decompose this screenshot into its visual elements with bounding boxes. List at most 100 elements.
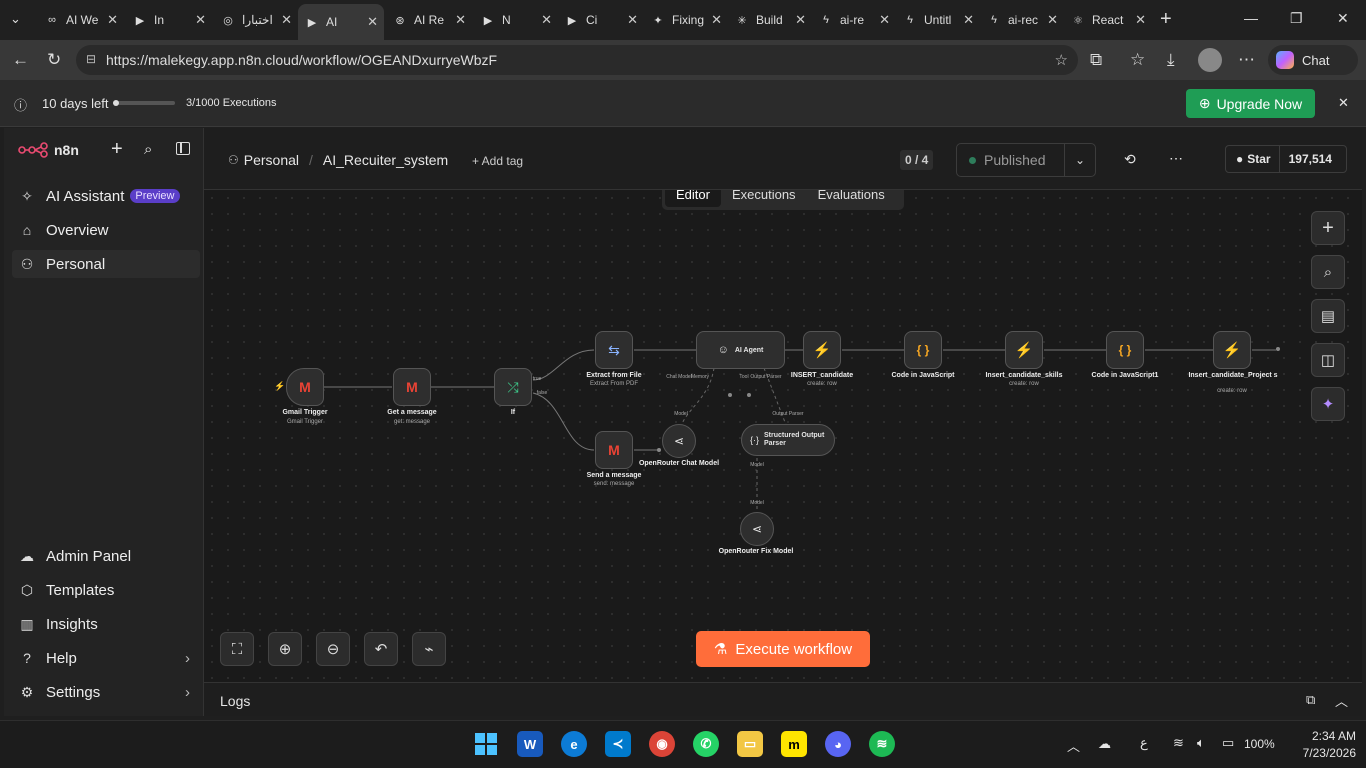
logs-panel[interactable]: Logs ⧉ ︿ (204, 682, 1362, 716)
node-extract-from-file[interactable]: ⇆ (595, 331, 633, 369)
execute-workflow-button[interactable]: ⚗ Execute workflow (696, 631, 870, 667)
published-dropdown[interactable]: Published ⌄ (956, 143, 1096, 177)
zoom-out-button[interactable]: ⊖ (316, 632, 350, 666)
fit-view-button[interactable]: ⛶ (220, 632, 254, 666)
clock-time[interactable]: 2:34 AM (1296, 729, 1356, 743)
node-if[interactable]: ⤮ (494, 368, 532, 406)
undo-button[interactable]: ↶ (364, 632, 398, 666)
close-tab-icon[interactable]: ✕ (879, 12, 890, 28)
sidebar-item-admin-panel[interactable]: ☁ Admin Panel (18, 542, 131, 570)
sidebar-item-settings[interactable]: ⚙ Settings › (18, 678, 190, 706)
wifi-icon[interactable]: ≋ (1173, 735, 1184, 751)
url-field[interactable]: ⊟ https://malekegy.app.n8n.cloud/workflo… (76, 45, 1078, 75)
browser-tab[interactable]: ▶ Ci ✕ (558, 6, 644, 34)
node-structured-output-parser[interactable]: {·} Structured Output Parser (741, 424, 835, 456)
browser-tab[interactable]: ◎ اختبارا ✕ (214, 6, 298, 34)
node-insert-candidate-skills[interactable]: ⚡ (1005, 331, 1043, 369)
onedrive-icon[interactable]: ☁ (1098, 736, 1111, 752)
node-code-javascript[interactable]: { } (904, 331, 942, 369)
close-tab-icon[interactable]: ✕ (711, 12, 722, 28)
extensions-icon[interactable]: ⧉ (1090, 50, 1102, 70)
close-tab-icon[interactable]: ✕ (281, 12, 292, 28)
breadcrumb-project[interactable]: Personal (244, 152, 299, 168)
spotify-app-icon[interactable]: ≋ (869, 731, 895, 757)
sidebar-item-insights[interactable]: ▥ Insights (18, 610, 97, 638)
copilot-chat-button[interactable]: Chat (1268, 45, 1358, 75)
close-window-icon[interactable]: ✕ (1337, 10, 1349, 27)
sidebar-item-help[interactable]: ? Help › (18, 644, 190, 672)
github-star-button[interactable]: ● Star 197,514 (1225, 145, 1347, 173)
brand[interactable]: n8n (18, 142, 79, 158)
node-openrouter-chat-model[interactable]: ⋖ (662, 424, 696, 458)
clock-date[interactable]: 7/23/2026 (1286, 746, 1356, 760)
node-insert-candidate-projects[interactable]: ⚡ (1213, 331, 1251, 369)
collapse-sidebar-icon[interactable] (176, 142, 190, 155)
profile-avatar[interactable] (1198, 48, 1222, 72)
zoom-in-button[interactable]: ⊕ (268, 632, 302, 666)
node-code-javascript1[interactable]: { } (1106, 331, 1144, 369)
search-nodes-button[interactable]: ⌕ (1311, 255, 1345, 289)
favorite-star-icon[interactable]: ☆ (1055, 51, 1068, 69)
browser-tab[interactable]: ✳ Build ✕ (728, 6, 812, 34)
word-app-icon[interactable]: W (517, 731, 543, 757)
workflow-canvas[interactable]: Editor Executions Evaluations ⚡ M Gmail … (204, 190, 1362, 682)
edge-app-icon[interactable]: e (561, 731, 587, 757)
battery-icon[interactable]: ▭ (1222, 735, 1234, 751)
discord-app-icon[interactable]: ◕ (825, 731, 851, 757)
node-insert-candidate[interactable]: ⚡ (803, 331, 841, 369)
browser-tab[interactable]: ϟ ai-re ✕ (812, 6, 896, 34)
close-tab-icon[interactable]: ✕ (195, 12, 206, 28)
new-tab-icon[interactable]: + (1160, 8, 1172, 31)
search-icon[interactable]: ⌕ (144, 141, 152, 158)
miro-app-icon[interactable]: m (781, 731, 807, 757)
tray-chevron-icon[interactable]: ︿ (1067, 736, 1080, 755)
close-tab-icon[interactable]: ✕ (541, 12, 552, 28)
browser-tab[interactable]: ϟ ai-rec ✕ (980, 6, 1064, 34)
add-node-button[interactable]: + (1311, 211, 1345, 245)
history-icon[interactable]: ⟲ (1124, 151, 1136, 168)
favorites-icon[interactable]: ☆ (1130, 50, 1145, 70)
node-openrouter-fix-model[interactable]: ⋖ (740, 512, 774, 546)
downloads-icon[interactable]: ⤓ (1167, 50, 1175, 70)
whatsapp-app-icon[interactable]: ✆ (693, 731, 719, 757)
close-tab-icon[interactable]: ✕ (795, 12, 806, 28)
create-plus-icon[interactable]: + (111, 138, 123, 161)
browser-tab[interactable]: ▶ AI ✕ (298, 4, 384, 40)
browser-tab[interactable]: ϟ Untitl ✕ (896, 6, 980, 34)
close-tab-icon[interactable]: ✕ (627, 12, 638, 28)
browser-tab[interactable]: ✦ Fixing ✕ (644, 6, 728, 34)
browser-tab[interactable]: ∞ AI We ✕ (38, 6, 124, 34)
upgrade-button[interactable]: ⊕ Upgrade Now (1186, 89, 1315, 118)
chevron-up-icon[interactable]: ︿ (1335, 691, 1348, 710)
close-banner-icon[interactable]: ✕ (1338, 95, 1349, 111)
node-send-message[interactable]: M (595, 431, 633, 469)
maximize-icon[interactable]: ❐ (1290, 10, 1303, 27)
close-tab-icon[interactable]: ✕ (455, 12, 466, 28)
close-tab-icon[interactable]: ✕ (107, 12, 118, 28)
browser-tab[interactable]: ⚛ React ✕ (1064, 6, 1152, 34)
close-tab-icon[interactable]: ✕ (1135, 12, 1146, 28)
vscode-app-icon[interactable]: ≺ (605, 731, 631, 757)
workflow-name[interactable]: AI_Recuiter_system (323, 152, 448, 168)
browser-tab[interactable]: ▶ N ✕ (474, 6, 558, 34)
refresh-icon[interactable]: ↻ (47, 50, 61, 70)
sticky-note-button[interactable]: ▤ (1311, 299, 1345, 333)
sidebar-item-templates[interactable]: ⬡ Templates (18, 576, 115, 604)
sidebar-item-overview[interactable]: ⌂ Overview (18, 216, 109, 244)
more-options-icon[interactable]: ⋯ (1169, 150, 1183, 167)
volume-icon[interactable]: 🔈︎ (1197, 735, 1205, 751)
close-tab-icon[interactable]: ✕ (963, 12, 974, 28)
node-get-message[interactable]: M (393, 368, 431, 406)
tidy-up-button[interactable]: ⌁ (412, 632, 446, 666)
panel-toggle-button[interactable]: ◫ (1311, 343, 1345, 377)
site-info-icon[interactable]: ⊟ (86, 52, 96, 66)
language-indicator[interactable]: ع (1140, 735, 1148, 751)
node-gmail-trigger[interactable]: M (286, 368, 324, 406)
start-button[interactable] (473, 731, 499, 757)
sidebar-item-ai-assistant[interactable]: ✧ AI Assistant Preview (18, 182, 180, 210)
add-tag-button[interactable]: + Add tag (472, 154, 523, 168)
close-tab-icon[interactable]: ✕ (367, 14, 378, 30)
ai-assistant-button[interactable]: ✦ (1311, 387, 1345, 421)
browser-tab[interactable]: ▶ In ✕ (126, 6, 212, 34)
browser-tab[interactable]: ⊛ AI Re ✕ (386, 6, 472, 34)
